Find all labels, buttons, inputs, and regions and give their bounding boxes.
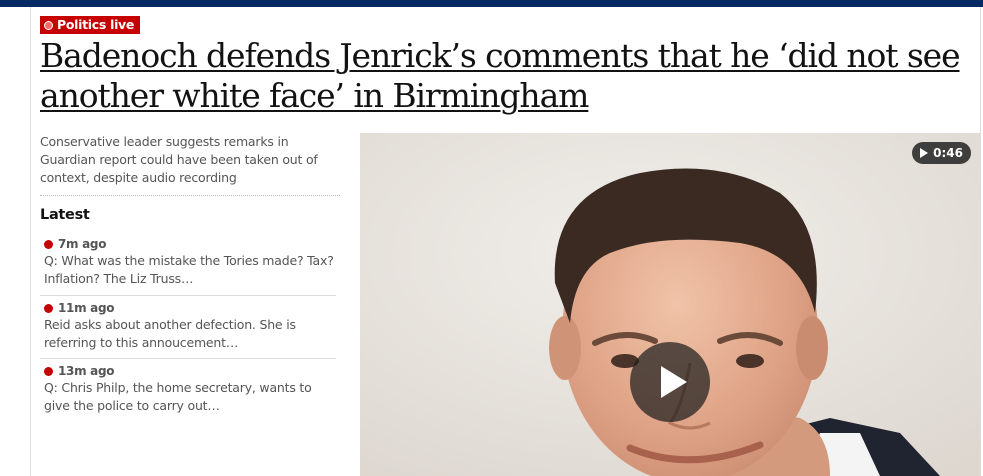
item-divider	[40, 295, 336, 296]
play-button[interactable]	[630, 342, 710, 422]
page-divider-left	[30, 7, 31, 476]
latest-item-time: 13m ago	[44, 363, 336, 379]
latest-item-text: Reid asks about another defection. She i…	[44, 317, 296, 350]
latest-item-time: 7m ago	[44, 236, 336, 252]
time-label: 7m ago	[58, 237, 107, 251]
standfirst: Conservative leader suggests remarks in …	[40, 134, 318, 185]
standfirst-divider	[40, 195, 340, 196]
top-brand-bar	[0, 0, 983, 7]
latest-item[interactable]: 11m ago Reid asks about another defectio…	[44, 300, 336, 352]
video-duration-badge: 0:46	[912, 142, 971, 164]
time-label: 11m ago	[58, 301, 115, 315]
politics-live-tag[interactable]: Politics live	[40, 16, 141, 34]
time-label: 13m ago	[58, 364, 115, 378]
duration-label: 0:46	[933, 146, 963, 160]
live-dot-icon	[44, 303, 53, 313]
item-divider	[40, 358, 336, 359]
live-dot-icon	[44, 20, 53, 30]
kicker-label: Politics live	[57, 17, 135, 32]
latest-item-text: Q: What was the mistake the Tories made?…	[44, 253, 334, 286]
page-divider-right	[980, 7, 981, 476]
latest-heading: Latest	[40, 207, 90, 223]
video-thumbnail	[360, 133, 980, 476]
live-dot-icon	[44, 366, 53, 376]
latest-item[interactable]: 7m ago Q: What was the mistake the Torie…	[44, 236, 336, 288]
latest-item-time: 11m ago	[44, 300, 336, 316]
latest-item[interactable]: 13m ago Q: Chris Philp, the home secreta…	[44, 363, 336, 415]
headline-link[interactable]: Badenoch defends Jenrick’s comments that…	[40, 36, 970, 116]
play-icon	[920, 148, 929, 158]
video-player[interactable]: 0:46	[360, 133, 980, 476]
latest-item-text: Q: Chris Philp, the home secretary, want…	[44, 380, 312, 413]
play-button-icon	[661, 366, 687, 398]
live-dot-icon	[44, 239, 53, 249]
